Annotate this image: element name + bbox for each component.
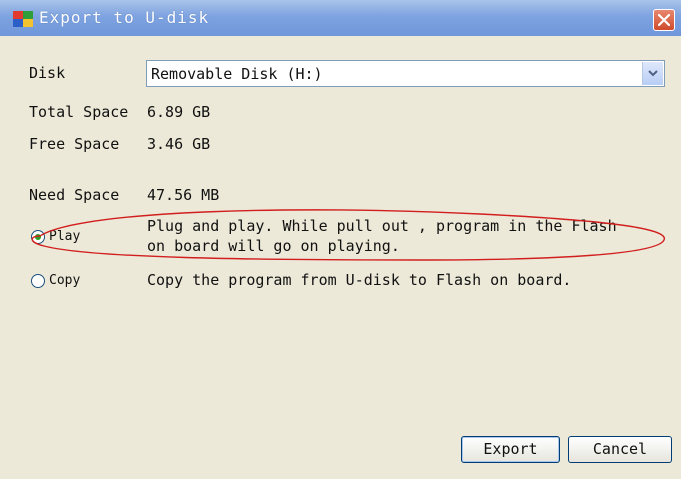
title-bar[interactable]: Export to U-disk (0, 0, 681, 36)
total-space-label: Total Space (29, 103, 129, 121)
close-icon (658, 14, 670, 26)
free-space-value: 3.46 GB (147, 135, 211, 153)
play-radio[interactable] (31, 230, 45, 244)
disk-dropdown-button[interactable] (642, 62, 663, 85)
cancel-button[interactable]: Cancel (568, 436, 672, 463)
copy-radio-label[interactable]: Copy (49, 273, 80, 288)
total-space-value: 6.89 GB (147, 103, 211, 121)
play-radio-label[interactable]: Play (49, 229, 80, 244)
disk-select[interactable]: Removable Disk (H:) (146, 60, 665, 87)
disk-label: Disk (29, 64, 66, 82)
play-description-line1: Plug and play. While pull out , program … (147, 217, 617, 235)
close-button[interactable] (653, 9, 675, 31)
app-icon (13, 11, 33, 27)
free-space-label: Free Space (29, 135, 120, 153)
chevron-down-icon (648, 70, 658, 77)
copy-radio[interactable] (31, 274, 45, 288)
export-button[interactable]: Export (461, 436, 560, 463)
export-dialog: Export to U-disk Disk Removable Disk (H:… (0, 0, 681, 479)
disk-select-value: Removable Disk (H:) (151, 65, 323, 83)
window-title: Export to U-disk (39, 8, 210, 27)
copy-description: Copy the program from U-disk to Flash on… (147, 271, 572, 289)
radio-selected-dot (35, 234, 41, 240)
need-space-value: 47.56 MB (147, 186, 220, 204)
play-description-line2: on board will go on playing. (147, 237, 400, 255)
need-space-label: Need Space (29, 186, 120, 204)
